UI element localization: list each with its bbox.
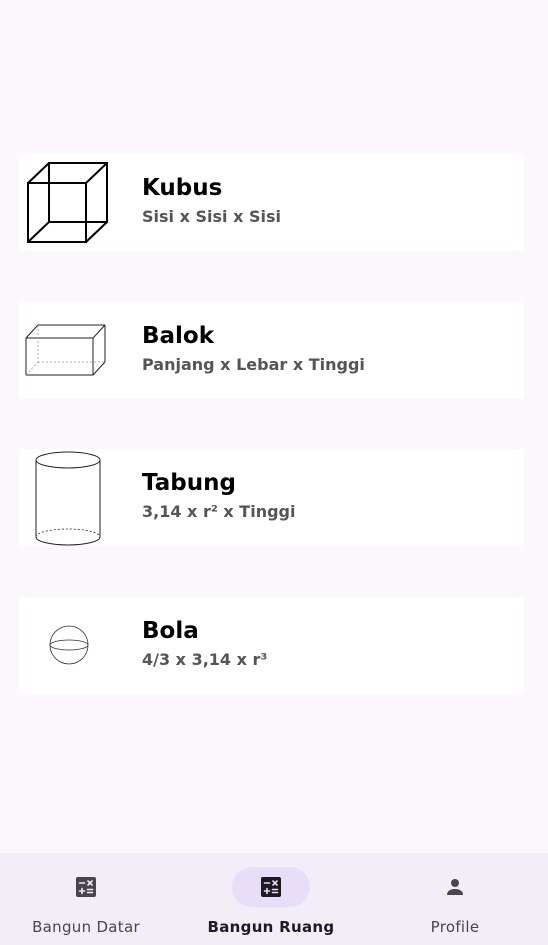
cuboid-icon	[25, 324, 106, 376]
shape-title: Balok	[142, 323, 215, 349]
nav-label: Profile	[430, 918, 480, 936]
shape-card-kubus[interactable]: Kubus Sisi x Sisi x Sisi	[19, 154, 524, 251]
shape-card-tabung[interactable]: Tabung 3,14 x r² x Tinggi	[19, 449, 524, 546]
sphere-image	[19, 597, 119, 694]
calculator-icon	[261, 877, 281, 897]
shape-formula: 3,14 x r² x Tinggi	[142, 502, 296, 521]
bottom-navigation-bar: Bangun Datar Bangun Ruang Profile	[0, 853, 548, 945]
shape-card-bola[interactable]: Bola 4/3 x 3,14 x r³	[19, 597, 524, 694]
cylinder-image	[19, 449, 119, 546]
person-icon	[447, 879, 463, 895]
shape-title: Kubus	[142, 175, 223, 201]
cube-icon	[27, 162, 108, 243]
shape-card-balok[interactable]: Balok Panjang x Lebar x Tinggi	[19, 302, 524, 399]
shape-formula: Panjang x Lebar x Tinggi	[142, 355, 365, 374]
nav-item-bangun-datar[interactable]: Bangun Datar	[0, 853, 177, 945]
shape-formula: 4/3 x 3,14 x r³	[142, 650, 268, 669]
nav-label: Bangun Ruang	[207, 918, 335, 936]
shape-title: Bola	[142, 618, 199, 644]
sphere-icon	[49, 625, 89, 665]
nav-item-profile[interactable]: Profile	[364, 853, 546, 945]
shape-title: Tabung	[142, 470, 236, 496]
nav-label: Bangun Datar	[32, 918, 140, 936]
cuboid-image	[19, 302, 119, 399]
cube-image	[19, 154, 119, 251]
cylinder-icon	[35, 451, 101, 546]
calculator-icon	[76, 877, 96, 897]
shape-formula: Sisi x Sisi x Sisi	[142, 207, 281, 226]
nav-item-bangun-ruang[interactable]: Bangun Ruang	[180, 853, 362, 945]
